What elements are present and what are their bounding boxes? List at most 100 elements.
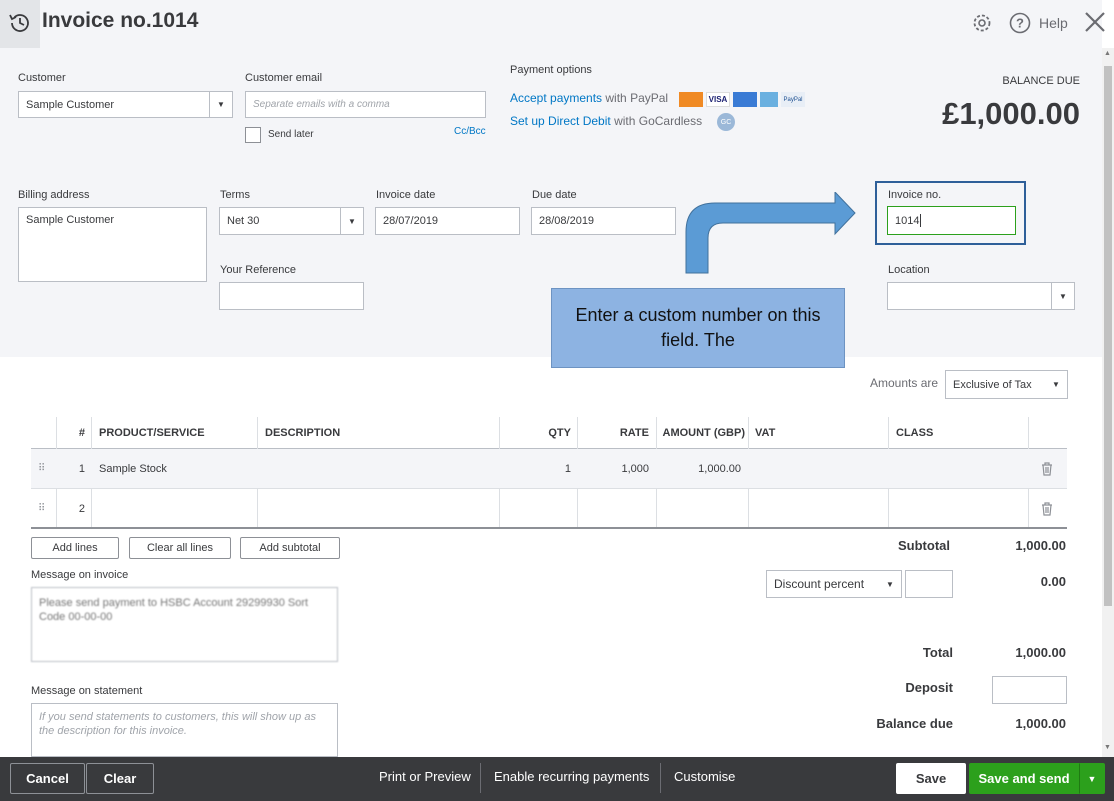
invoice-no-input[interactable]: 1014 bbox=[887, 206, 1016, 235]
chevron-down-icon: ▼ bbox=[886, 579, 894, 589]
balance-due-row-label: Balance due bbox=[876, 716, 953, 731]
close-icon[interactable] bbox=[1084, 11, 1106, 33]
accept-payments-link[interactable]: Accept payments bbox=[510, 91, 602, 105]
gear-icon[interactable] bbox=[970, 11, 994, 35]
row-product[interactable]: Sample Stock bbox=[99, 449, 167, 488]
terms-value: Net 30 bbox=[227, 215, 260, 227]
trash-icon[interactable] bbox=[1041, 449, 1053, 488]
col-product: PRODUCT/SERVICE bbox=[99, 426, 205, 439]
row-rate[interactable]: 1,000 bbox=[581, 449, 649, 488]
recent-transactions-button[interactable] bbox=[0, 0, 40, 48]
balance-due-row-value: 1,000.00 bbox=[1015, 716, 1066, 731]
message-on-statement-input[interactable]: If you send statements to customers, thi… bbox=[31, 703, 338, 757]
annotation-arrow bbox=[685, 192, 856, 274]
help-button[interactable]: ? Help bbox=[1009, 11, 1068, 35]
cancel-button[interactable]: Cancel bbox=[10, 763, 85, 794]
print-preview-link[interactable]: Print or Preview bbox=[379, 769, 471, 784]
balance-due-amount: £1,000.00 bbox=[942, 96, 1080, 131]
invoice-date-label: Invoice date bbox=[376, 189, 436, 201]
balance-due-label: BALANCE DUE bbox=[1002, 75, 1080, 87]
discount-input[interactable] bbox=[905, 570, 953, 598]
add-subtotal-button[interactable]: Add subtotal bbox=[240, 537, 340, 559]
location-label: Location bbox=[888, 264, 930, 276]
chevron-down-icon: ▼ bbox=[1052, 380, 1060, 389]
row-amount[interactable]: 1,000.00 bbox=[659, 449, 741, 488]
paypal-icon: PayPal bbox=[781, 92, 805, 107]
row-number: 1 bbox=[78, 462, 85, 475]
table-row[interactable]: ⠿ 1 Sample Stock 1 1,000 1,000.00 bbox=[31, 449, 1067, 489]
discount-value: 0.00 bbox=[1040, 574, 1066, 589]
clear-button[interactable]: Clear bbox=[86, 763, 154, 794]
amounts-are-value: Exclusive of Tax bbox=[953, 378, 1032, 391]
caret-down-icon: ▼ bbox=[1087, 773, 1097, 784]
your-reference-label: Your Reference bbox=[220, 264, 297, 276]
customise-link[interactable]: Customise bbox=[674, 769, 735, 784]
help-label: Help bbox=[1039, 15, 1068, 31]
subtotal-label: Subtotal bbox=[898, 538, 950, 553]
callout-box: Enter a custom number on this field. The bbox=[551, 288, 845, 368]
text-cursor bbox=[920, 214, 922, 227]
enable-recurring-link[interactable]: Enable recurring payments bbox=[494, 769, 649, 784]
invoice-date-value: 28/07/2019 bbox=[383, 215, 439, 227]
chevron-down-icon: ▼ bbox=[340, 208, 363, 234]
direct-debit-link[interactable]: Set up Direct Debit bbox=[510, 114, 611, 128]
table-header: # PRODUCT/SERVICE DESCRIPTION QTY RATE A… bbox=[31, 417, 1067, 449]
scroll-down-icon[interactable]: ▼ bbox=[1104, 744, 1111, 751]
message-on-statement-placeholder: If you send statements to customers, thi… bbox=[39, 711, 316, 737]
direct-debit-line: Set up Direct Debit with GoCardless bbox=[510, 114, 702, 128]
clear-all-lines-button[interactable]: Clear all lines bbox=[129, 537, 231, 559]
amounts-are-select[interactable]: Exclusive of Tax ▼ bbox=[945, 370, 1068, 399]
due-date-input[interactable]: 28/08/2019 bbox=[531, 207, 676, 235]
callout-text: Enter a custom number on this field. The bbox=[575, 305, 821, 350]
history-clock-icon bbox=[9, 14, 29, 32]
save-button[interactable]: Save bbox=[896, 763, 966, 794]
col-qty: QTY bbox=[548, 426, 571, 439]
amex-icon bbox=[760, 92, 778, 107]
col-description: DESCRIPTION bbox=[265, 426, 341, 439]
billing-address-label: Billing address bbox=[18, 189, 90, 201]
help-icon: ? bbox=[1009, 12, 1031, 34]
message-on-statement-label: Message on statement bbox=[31, 685, 143, 697]
billing-address-value: Sample Customer bbox=[26, 214, 115, 226]
message-on-invoice-value: Please send payment to HSBC Account 2929… bbox=[39, 597, 309, 623]
discount-type-select[interactable]: Discount percent ▼ bbox=[766, 570, 902, 598]
message-on-invoice-input[interactable]: Please send payment to HSBC Account 2929… bbox=[31, 587, 338, 662]
drag-handle-icon[interactable]: ⠿ bbox=[38, 449, 45, 488]
your-reference-input[interactable] bbox=[219, 282, 364, 310]
deposit-label: Deposit bbox=[905, 680, 953, 695]
terms-select[interactable]: Net 30 ▼ bbox=[219, 207, 364, 235]
subtotal-value: 1,000.00 bbox=[1015, 538, 1066, 553]
send-later-checkbox[interactable] bbox=[245, 127, 261, 143]
customer-select[interactable]: Sample Customer ▼ bbox=[18, 91, 233, 118]
col-number: # bbox=[78, 426, 85, 439]
customer-label: Customer bbox=[18, 72, 66, 84]
col-rate: RATE bbox=[619, 426, 649, 439]
drag-handle-icon[interactable]: ⠿ bbox=[38, 489, 45, 528]
save-options-dropdown[interactable]: ▼ bbox=[1079, 763, 1105, 794]
invoice-no-value: 1014 bbox=[895, 214, 920, 227]
customer-email-placeholder: Separate emails with a comma bbox=[253, 99, 390, 110]
cc-bcc-link[interactable]: Cc/Bcc bbox=[454, 126, 486, 137]
message-on-invoice-label: Message on invoice bbox=[31, 569, 129, 581]
due-date-label: Due date bbox=[532, 189, 577, 201]
deposit-input[interactable] bbox=[992, 676, 1067, 704]
billing-address-input[interactable]: Sample Customer bbox=[18, 207, 207, 282]
trash-icon[interactable] bbox=[1041, 489, 1053, 528]
scrollbar-thumb[interactable] bbox=[1104, 66, 1112, 606]
customer-email-label: Customer email bbox=[245, 72, 323, 84]
terms-label: Terms bbox=[220, 189, 250, 201]
location-select[interactable]: ▼ bbox=[887, 282, 1075, 310]
table-row[interactable]: ⠿ 2 bbox=[31, 489, 1067, 529]
svg-text:?: ? bbox=[1016, 16, 1024, 31]
add-lines-button[interactable]: Add lines bbox=[31, 537, 119, 559]
customer-email-input[interactable]: Separate emails with a comma bbox=[245, 91, 486, 118]
scroll-up-icon[interactable]: ▲ bbox=[1104, 50, 1111, 57]
direct-debit-suffix: with GoCardless bbox=[614, 114, 703, 128]
card-logos: VISA PayPal bbox=[679, 92, 805, 107]
row-number: 2 bbox=[78, 502, 85, 515]
customer-value: Sample Customer bbox=[26, 98, 115, 111]
row-qty[interactable]: 1 bbox=[501, 449, 571, 488]
col-vat: VAT bbox=[755, 426, 776, 439]
invoice-date-input[interactable]: 28/07/2019 bbox=[375, 207, 520, 235]
save-and-send-button[interactable]: Save and send bbox=[969, 763, 1079, 794]
